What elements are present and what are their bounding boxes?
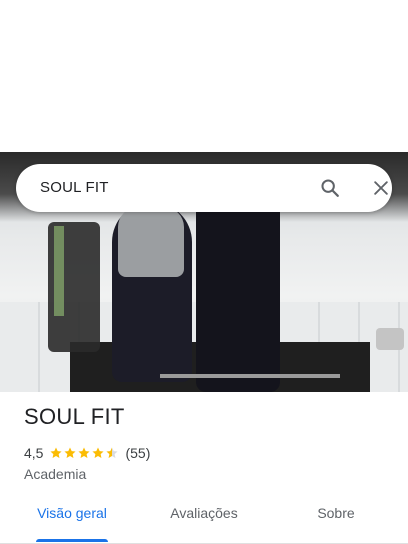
close-icon: [374, 181, 388, 195]
search-bar[interactable]: SOUL FIT: [16, 164, 392, 212]
review-count[interactable]: (55): [125, 445, 150, 461]
photo-barbell: [160, 374, 340, 378]
search-query[interactable]: SOUL FIT: [40, 164, 109, 212]
tab-about[interactable]: Sobre: [296, 500, 376, 544]
photo-mirror-light: [54, 226, 64, 316]
star-icon: [78, 447, 91, 458]
tab-bar: Visão geral Avaliações Sobre: [0, 500, 408, 544]
search-button[interactable]: [318, 176, 342, 200]
star-half-icon: [106, 447, 119, 458]
place-info-panel: SOUL FIT 4,5 (55) Academia Visão geral A…: [0, 392, 408, 544]
tab-overview[interactable]: Visão geral: [24, 500, 120, 544]
rating-row[interactable]: 4,5 (55): [24, 445, 150, 461]
photo-dumbbell-rack: [48, 222, 100, 352]
clear-search-button[interactable]: [369, 176, 393, 200]
top-blank-area: [0, 0, 408, 152]
photo-weight-plate: [376, 328, 404, 350]
search-icon: [321, 179, 339, 197]
rating-value: 4,5: [24, 445, 44, 461]
star-icon: [50, 447, 63, 458]
place-title: SOUL FIT: [24, 404, 125, 429]
photo-person-left-shirt: [118, 207, 184, 277]
rating-stars: [49, 446, 119, 460]
star-icon: [64, 447, 77, 458]
tab-reviews[interactable]: Avaliações: [156, 500, 252, 544]
photo-person-right: [196, 192, 280, 392]
place-category: Academia: [24, 466, 87, 482]
active-tab-indicator: [36, 539, 108, 542]
star-icon: [92, 447, 105, 458]
